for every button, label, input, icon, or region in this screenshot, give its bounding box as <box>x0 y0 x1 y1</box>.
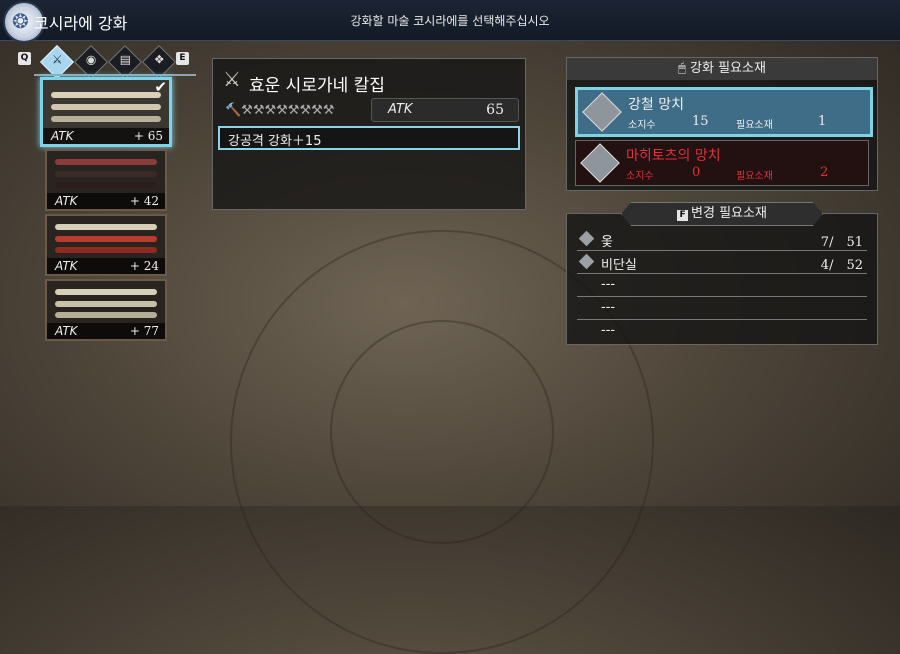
change-material-row: 비단실 4/ 52 <box>577 251 867 274</box>
scabbard-image <box>55 289 157 295</box>
material-name: 비단실 <box>601 258 637 273</box>
need-label: 필요소재 <box>736 120 773 131</box>
required-materials-header: 🖱 강화 필요소재 <box>567 58 877 80</box>
change-material-row: --- <box>577 320 867 342</box>
background-magic-circle-inner <box>330 320 554 544</box>
stat-value: + 65 <box>133 129 163 143</box>
scabbard-image <box>51 104 161 110</box>
upgrade-level-hammers-icon: 🔨⚒⚒⚒⚒⚒⚒⚒⚒ <box>225 103 335 118</box>
material-name: 옻 <box>601 235 613 250</box>
stat-label: ATK <box>55 194 78 208</box>
instruction-text: 강화할 마술 코시라에를 선택해주십시오 <box>350 14 550 28</box>
owned-count: 15 <box>692 114 709 129</box>
stat-value: + 77 <box>129 324 159 338</box>
item-card[interactable]: ATK + 42 <box>45 149 167 211</box>
scabbard-image <box>55 247 157 253</box>
change-materials-panel: F 변경 필요소재 옻 7/ 51 비단실 4/ 52 --- --- --- <box>566 202 878 345</box>
attack-stat-box: ATK 65 <box>371 98 519 122</box>
required-materials-panel: 🖱 강화 필요소재 강철 망치 소지수 15 필요소재 1 마히토츠의 망치 소… <box>566 57 878 191</box>
item-stat: ATK + 42 <box>47 193 165 209</box>
category-underline <box>34 74 196 76</box>
scabbard-image <box>55 236 157 242</box>
scabbard-image <box>51 92 161 98</box>
stat-value: 65 <box>486 102 504 118</box>
equipped-check-icon: ✔ <box>154 78 167 96</box>
scabbard-image <box>55 301 157 307</box>
material-count: 7/ 51 <box>820 235 863 250</box>
e-key[interactable]: E <box>176 52 189 65</box>
header-bar: ❂ 코시라에 강화 강화할 마술 코시라에를 선택해주십시오 <box>0 0 900 43</box>
change-materials-title: 변경 필요소재 <box>691 206 767 221</box>
material-name: 강철 망치 <box>628 97 684 113</box>
material-name: --- <box>601 277 616 292</box>
required-materials-title: 강화 필요소재 <box>690 61 766 76</box>
owned-count: 0 <box>692 165 701 180</box>
hammer-material-icon <box>580 143 620 183</box>
change-material-row: --- <box>577 274 867 297</box>
scabbard-image <box>55 224 157 230</box>
stat-label: ATK <box>55 259 78 273</box>
item-card[interactable]: ATK + 77 <box>45 279 167 341</box>
need-count: 2 <box>820 165 829 180</box>
owned-label: 소지수 <box>626 171 654 182</box>
change-material-row: 옻 7/ 51 <box>577 228 867 251</box>
stat-value: + 42 <box>129 194 159 208</box>
owned-label: 소지수 <box>628 120 656 131</box>
stat-label: ATK <box>388 102 413 117</box>
hammer-material-icon <box>582 92 622 132</box>
f-key: F <box>677 210 689 221</box>
item-card[interactable]: ✔ ATK + 65 <box>40 77 172 147</box>
item-detail-panel: ⚔ 효운 시로가네 칼집 🔨⚒⚒⚒⚒⚒⚒⚒⚒ ATK 65 강공격 강화＋15 <box>212 58 526 210</box>
change-materials-header[interactable]: F 변경 필요소재 <box>621 202 823 226</box>
item-name: 효운 시로가네 칼집 <box>249 76 385 96</box>
need-label: 필요소재 <box>736 171 773 182</box>
material-icon <box>578 253 595 270</box>
stat-label: ATK <box>55 324 78 338</box>
material-name: --- <box>601 323 616 338</box>
item-stat: ATK + 77 <box>47 323 165 339</box>
stat-label: ATK <box>51 129 74 143</box>
change-material-row: --- <box>577 297 867 320</box>
need-count: 1 <box>818 114 827 129</box>
material-name: --- <box>601 300 616 315</box>
material-count: 4/ 52 <box>820 258 863 273</box>
scabbard-image <box>55 171 157 177</box>
item-stat: ATK + 65 <box>43 128 169 144</box>
item-card[interactable]: ATK + 24 <box>45 214 167 276</box>
q-key[interactable]: Q <box>18 52 31 65</box>
effect-text: 강공격 강화＋15 <box>228 134 322 149</box>
material-name: 마히토츠의 망치 <box>626 148 721 164</box>
mouse-icon: 🖱 <box>678 61 686 76</box>
scabbard-image <box>55 182 157 188</box>
material-icon <box>578 230 595 247</box>
material-option[interactable]: 마히토츠의 망치 소지수 0 필요소재 2 <box>575 140 869 186</box>
effect-row[interactable]: 강공격 강화＋15 <box>218 126 520 150</box>
category-bar: Q ⚔ ◉ ▤ ❖ E <box>14 45 196 79</box>
material-option[interactable]: 강철 망치 소지수 15 필요소재 1 <box>575 87 873 137</box>
scabbard-image <box>55 312 157 318</box>
stat-value: + 24 <box>129 259 159 273</box>
scabbard-image <box>55 159 157 165</box>
scabbard-icon: ⚔ <box>223 67 241 91</box>
scabbard-image <box>51 116 161 122</box>
item-stat: ATK + 24 <box>47 258 165 274</box>
